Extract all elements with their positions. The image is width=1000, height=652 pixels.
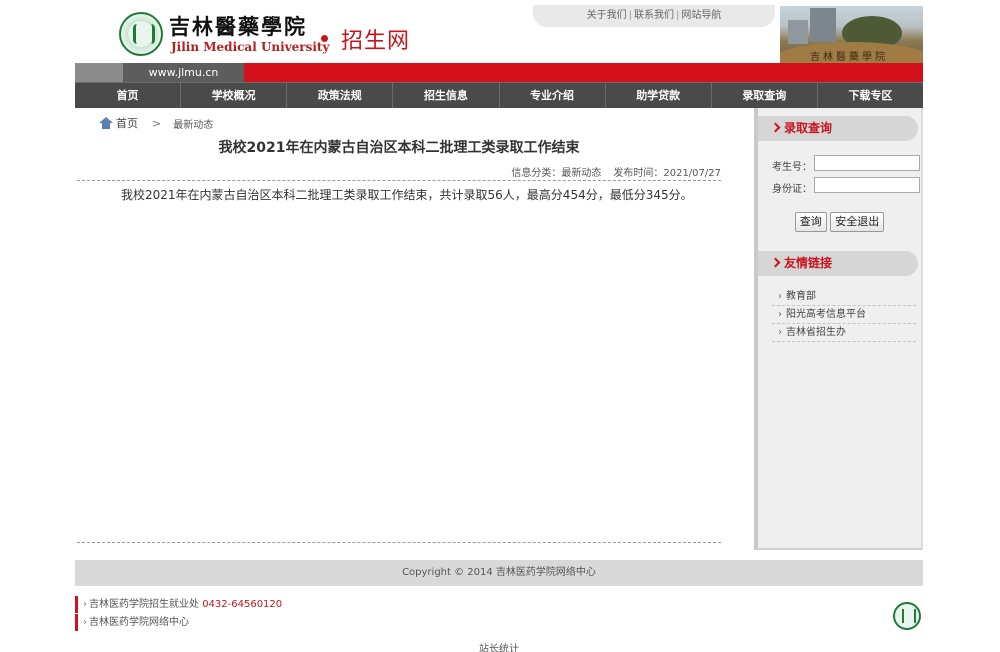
logo-english-name[interactable]: Jilin Medical University	[171, 40, 329, 54]
friend-link-label[interactable]: 吉林省招生办	[786, 327, 846, 338]
nav-school-overview[interactable]: 学校概况	[181, 83, 288, 108]
friend-links-list: › 教育部 › 阳光高考信息平台 › 吉林省招生办	[758, 288, 921, 342]
chevron-right-icon: ›	[83, 599, 87, 610]
article-category: 信息分类：最新动态	[511, 168, 602, 179]
photo-building	[810, 8, 836, 42]
site-url: www.jlmu.cn	[123, 63, 244, 82]
chevron-right-icon: ›	[778, 327, 782, 338]
friend-link-item[interactable]: › 阳光高考信息平台	[772, 306, 916, 324]
university-emblem-icon[interactable]	[119, 12, 163, 56]
friend-link-label[interactable]: 教育部	[786, 291, 816, 302]
arrow-icon	[770, 122, 781, 133]
admission-query-title: 录取查询	[784, 121, 833, 135]
url-bar-left	[75, 63, 123, 82]
id-number-input[interactable]	[814, 177, 920, 193]
top-links: 关于我们 | 联系我们 | 网站导航	[533, 5, 775, 27]
nav-home[interactable]: 首页	[75, 83, 182, 108]
logo-chinese-name[interactable]: 吉林醫藥學院	[169, 11, 307, 41]
article-title: 我校2021年在内蒙古自治区本科二批理工类录取工作结束	[218, 140, 580, 156]
nav-downloads[interactable]: 下载专区	[818, 83, 923, 108]
footer-network-center: › 吉林医药学院网络中心	[75, 614, 375, 631]
site-header: 吉林醫藥學院 Jilin Medical University 招生网 关于我们…	[75, 3, 923, 64]
exam-no-label: 考生号：	[772, 162, 812, 173]
campus-photo: 吉林醫藥學院	[780, 6, 923, 64]
site-name: 招生网	[341, 29, 411, 54]
breadcrumb-home[interactable]: 首页	[116, 115, 138, 131]
article-date: 发布时间：2021/07/27	[613, 168, 721, 179]
nav-policies[interactable]: 政策法规	[287, 83, 394, 108]
logout-button[interactable]: 安全退出	[830, 212, 885, 232]
footer-network-name: 吉林医药学院网络中心	[89, 617, 189, 628]
photo-inscription: 吉林醫藥學院	[810, 52, 888, 63]
home-icon[interactable]	[99, 117, 113, 129]
breadcrumb-arrow: >	[152, 116, 162, 130]
university-emblem-icon	[893, 602, 921, 630]
sidebar: 录取查询 考生号： 身份证： 查询 安全退出 友情链接 › 教育部 › 阳光高考信息…	[754, 108, 923, 550]
nav-majors[interactable]: 专业介绍	[500, 83, 606, 108]
nav-admission-info[interactable]: 招生信息	[393, 83, 500, 108]
top-link-separator: |	[628, 10, 632, 21]
logo-dot	[321, 35, 328, 42]
query-button[interactable]: 查询	[794, 212, 827, 232]
footer-admission-office: › 吉林医药学院招生就业处 0432-64560120	[75, 596, 375, 613]
main-nav: 首页 学校概况 政策法规 招生信息 专业介绍 助学贷款 录取查询 下载专区	[75, 82, 923, 108]
top-link-sitemap[interactable]: 网站导航	[681, 10, 721, 21]
nav-admission-query[interactable]: 录取查询	[712, 83, 818, 108]
article-body: 我校2021年在内蒙古自治区本科二批理工类录取工作结束，共计录取56人，最高分4…	[121, 188, 693, 202]
exam-no-row: 考生号：	[758, 155, 921, 173]
friend-link-item[interactable]: › 教育部	[772, 288, 916, 306]
divider	[77, 180, 721, 181]
id-row: 身份证：	[758, 177, 921, 195]
friend-links-title: 友情链接	[784, 256, 833, 270]
chevron-right-icon: ›	[778, 291, 782, 302]
top-link-about[interactable]: 关于我们	[587, 10, 627, 21]
chevron-right-icon: ›	[778, 309, 782, 320]
friend-link-item[interactable]: › 吉林省招生办	[772, 324, 916, 342]
site-stats-link[interactable]: 站长统计	[75, 640, 923, 652]
friend-link-label[interactable]: 阳光高考信息平台	[786, 309, 866, 320]
nav-student-loans[interactable]: 助学贷款	[606, 83, 712, 108]
breadcrumb: 首页 > 最新动态	[99, 114, 213, 132]
arrow-icon	[770, 257, 781, 268]
top-link-contact[interactable]: 联系我们	[634, 10, 674, 21]
footer-office-name: 吉林医药学院招生就业处	[89, 599, 199, 610]
query-buttons: 查询 安全退出	[758, 212, 921, 234]
copyright-bar: Copyright © 2014 吉林医药学院网络中心	[75, 560, 923, 586]
id-label: 身份证：	[772, 184, 812, 195]
top-link-separator: |	[676, 10, 680, 21]
divider	[77, 542, 721, 543]
exam-no-input[interactable]	[814, 155, 920, 171]
main-content: 首页 > 最新动态 我校2021年在内蒙古自治区本科二批理工类录取工作结束 信息…	[75, 108, 723, 550]
url-bar: www.jlmu.cn	[75, 63, 923, 82]
friend-links-header: 友情链接	[758, 251, 918, 276]
photo-building	[788, 20, 808, 44]
chevron-right-icon: ›	[83, 617, 87, 628]
admission-query-header: 录取查询	[758, 116, 918, 141]
article-meta: 信息分类：最新动态 发布时间：2021/07/27	[511, 164, 721, 179]
footer-phone: 0432-64560120	[202, 599, 283, 610]
breadcrumb-current[interactable]: 最新动态	[173, 116, 213, 131]
